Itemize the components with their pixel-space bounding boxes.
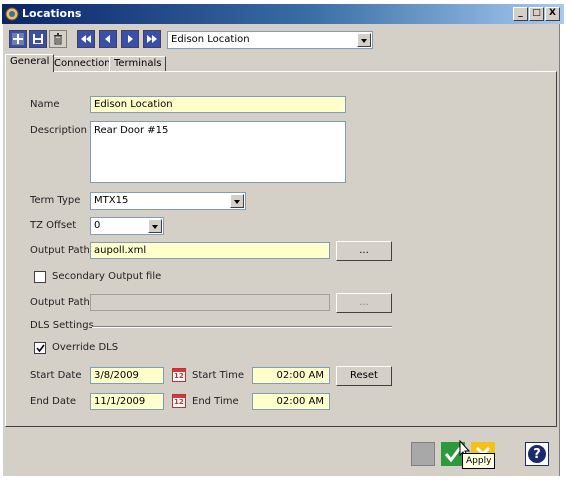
close-button[interactable]: X <box>545 7 560 21</box>
start-date-label: Start Date <box>30 370 82 381</box>
calendar-glyph: 12 <box>174 398 184 406</box>
previous-record-button[interactable] <box>99 30 117 48</box>
name-label: Name <box>30 99 60 110</box>
tab-connection[interactable]: Connection <box>49 56 116 72</box>
apply-tooltip: Apply <box>462 453 496 469</box>
description-field[interactable]: Rear Door #15 <box>90 121 346 183</box>
secondary-output-checkbox[interactable] <box>34 271 46 283</box>
end-date-field[interactable]: 11/1/2009 <box>90 393 164 410</box>
toolbar: Edison Location <box>7 28 427 52</box>
output-path2-label: Output Path <box>30 297 90 308</box>
app-icon <box>5 7 19 21</box>
add-icon <box>12 33 24 45</box>
tab-general[interactable]: General <box>5 54 55 72</box>
locations-window: Edison Location General Connection Termi… <box>2 24 560 476</box>
calendar-icon[interactable]: 12 <box>172 368 186 382</box>
chevron-down-icon[interactable] <box>148 219 162 233</box>
tab-terminals[interactable]: Terminals <box>109 56 167 72</box>
blank-button[interactable] <box>411 442 435 466</box>
first-record-button[interactable] <box>77 30 95 48</box>
location-selector-value: Edison Location <box>171 34 250 45</box>
minimize-button[interactable]: _ <box>513 7 528 21</box>
general-panel: Name Edison Location Description Rear Do… <box>5 71 557 427</box>
last-record-button[interactable] <box>143 30 161 48</box>
name-field[interactable]: Edison Location <box>90 96 346 113</box>
save-button[interactable] <box>29 30 47 48</box>
last-record-icon <box>147 35 157 43</box>
title-bar[interactable]: Locations _ □ X <box>2 4 564 24</box>
end-time-label: End Time <box>192 396 239 407</box>
output-path2-field[interactable] <box>90 294 330 311</box>
start-time-field[interactable]: 02:00 AM <box>252 367 330 384</box>
location-selector[interactable]: Edison Location <box>167 31 373 49</box>
maximize-button[interactable]: □ <box>529 7 544 21</box>
override-dls-checkbox[interactable] <box>34 342 46 354</box>
dls-divider <box>92 326 392 328</box>
dls-settings-label: DLS Settings <box>30 320 94 331</box>
checkmark-icon <box>36 344 45 353</box>
save-icon <box>33 34 43 44</box>
window-controls: _ □ X <box>513 7 560 21</box>
delete-button[interactable] <box>49 30 67 48</box>
help-glyph: ? <box>533 447 541 462</box>
calendar-icon[interactable]: 12 <box>172 394 186 408</box>
reset-button[interactable]: Reset <box>336 366 392 386</box>
description-label: Description <box>30 125 87 136</box>
tz-offset-label: TZ Offset <box>30 220 77 231</box>
output-path-label: Output Path <box>30 245 90 256</box>
term-type-value: MTX15 <box>94 195 129 206</box>
help-button[interactable]: ? <box>525 442 549 466</box>
tz-offset-value: 0 <box>94 220 101 231</box>
add-button[interactable] <box>9 30 27 48</box>
output-path-field[interactable]: aupoll.xml <box>90 242 330 259</box>
first-record-icon <box>81 35 91 43</box>
previous-record-icon <box>105 35 110 43</box>
tz-offset-select[interactable]: 0 <box>90 217 164 235</box>
override-dls-label: Override DLS <box>52 342 119 353</box>
calendar-glyph: 12 <box>174 372 184 380</box>
browse-output-button[interactable]: ... <box>336 241 392 261</box>
next-record-icon <box>128 35 133 43</box>
end-date-label: End Date <box>30 396 77 407</box>
term-type-label: Term Type <box>30 195 81 206</box>
help-icon: ? <box>528 445 546 463</box>
chevron-down-icon[interactable] <box>357 33 371 47</box>
chevron-down-icon[interactable] <box>230 194 244 208</box>
next-record-button[interactable] <box>121 30 139 48</box>
term-type-select[interactable]: MTX15 <box>90 192 246 210</box>
end-time-field[interactable]: 02:00 AM <box>252 393 330 410</box>
browse-output2-button[interactable]: ... <box>336 293 392 313</box>
secondary-output-label: Secondary Output file <box>52 271 162 282</box>
start-date-field[interactable]: 3/8/2009 <box>90 367 164 384</box>
delete-icon <box>54 33 62 45</box>
app-frame: Locations _ □ X Edison Location General … <box>0 0 566 482</box>
window-title: Locations <box>22 7 82 20</box>
start-time-label: Start Time <box>192 370 245 381</box>
